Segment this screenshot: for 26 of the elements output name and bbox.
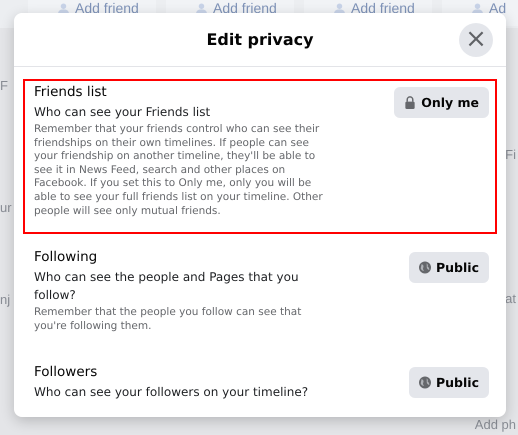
section-question: Who can see your Friends list xyxy=(34,104,212,121)
background-text: ur xyxy=(0,200,12,215)
background-text: Add ph xyxy=(474,418,516,432)
background-text: at xyxy=(505,292,516,306)
background-text: nj xyxy=(0,292,10,307)
person-icon xyxy=(58,2,69,14)
audience-button[interactable]: Public xyxy=(409,367,489,398)
person-icon xyxy=(472,2,483,14)
section-question: Who can see the people and Pages that you follow? xyxy=(34,269,300,304)
section-note: Remember that the people you follow can see that you're following them. xyxy=(34,306,302,334)
audience-button[interactable]: Public xyxy=(409,252,489,284)
section-note: Remember that your friends control who can see their friendships on their own timelines. If people can see your friendship on another timeline, they'll be able to see it in News Feed, search and other places on Facebook. If you set this to Only me, only you will be able to see your full friends list on your timeline. Other people will see only mutual friends. xyxy=(34,123,324,218)
section-title: Following xyxy=(34,249,98,266)
globe-icon xyxy=(419,261,431,274)
person-icon xyxy=(196,2,207,14)
dialog-title: Edit privacy xyxy=(206,30,314,49)
lock-icon xyxy=(404,96,416,109)
person-icon xyxy=(334,2,345,14)
section-title: Friends list xyxy=(34,84,108,100)
close-button[interactable]: × xyxy=(459,23,493,57)
background-text: Fi xyxy=(505,148,516,162)
section-question: Who can see your followers on your timeline? xyxy=(34,384,310,402)
section-title: Followers xyxy=(34,364,98,380)
background-text: F xyxy=(0,78,8,93)
audience-button[interactable]: Only me xyxy=(394,87,489,118)
globe-icon xyxy=(419,376,431,390)
